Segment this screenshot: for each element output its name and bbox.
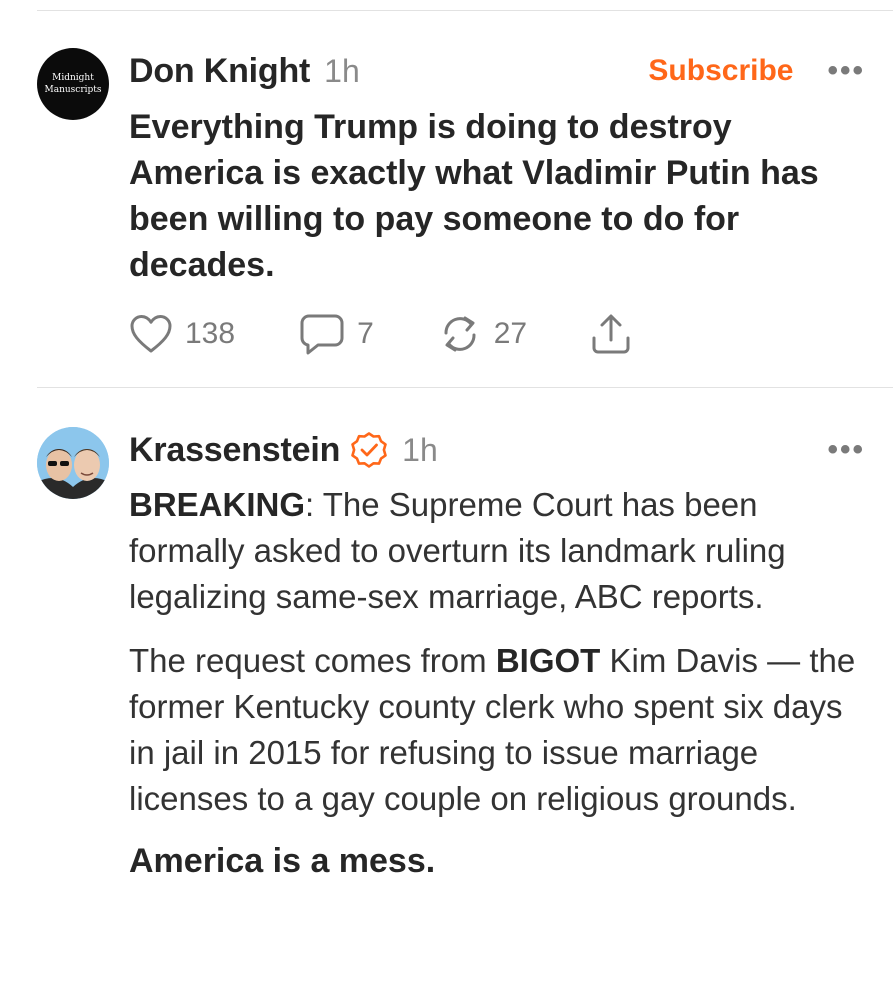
more-options-icon[interactable]: ••• <box>827 435 865 465</box>
bigot-label: BIGOT <box>495 642 601 679</box>
verified-badge-icon <box>350 431 388 469</box>
post-header: Krassenstein 1h ••• <box>129 428 865 472</box>
post-time: 1h <box>324 52 360 89</box>
paragraph-request: The request comes from BIGOT Kim Davis —… <box>129 638 869 822</box>
closing-line: America is a mess. <box>129 842 436 880</box>
post-header: Don Knight 1h Subscribe ••• <box>129 49 865 93</box>
comment-button[interactable]: 7 <box>299 312 374 356</box>
paragraph-text: The request comes from <box>129 642 496 679</box>
post-divider <box>37 387 893 388</box>
avatar-text-line1: Midnight <box>52 73 94 83</box>
restack-button[interactable]: 27 <box>438 313 527 355</box>
breaking-label: BREAKING <box>129 486 306 523</box>
post-text: Everything Trump is doing to destroy Ame… <box>129 108 819 284</box>
subscribe-button[interactable]: Subscribe <box>648 54 793 88</box>
share-icon <box>589 312 633 356</box>
top-divider <box>37 10 893 11</box>
restack-count: 27 <box>493 317 528 350</box>
heart-icon <box>129 313 173 355</box>
avatar-text-line2: Manuscripts <box>44 85 102 95</box>
comment-count: 7 <box>357 317 374 350</box>
speech-bubble-icon <box>299 312 345 356</box>
author-name[interactable]: Krassenstein <box>129 431 340 470</box>
author-name[interactable]: Don Knight <box>129 52 310 91</box>
like-button[interactable]: 138 <box>129 313 235 355</box>
more-options-icon[interactable]: ••• <box>827 56 865 86</box>
post-time: 1h <box>402 431 438 468</box>
share-button[interactable] <box>589 312 633 356</box>
restack-arrows-icon <box>438 313 482 355</box>
post-text: BREAKING: The Supreme Court has been for… <box>129 482 869 881</box>
post-actions: 138 7 27 <box>129 310 633 358</box>
like-count: 138 <box>185 317 236 350</box>
avatar-midnight-manuscripts[interactable]: Midnight Manuscripts <box>37 48 109 120</box>
paragraph-breaking: BREAKING: The Supreme Court has been for… <box>129 482 869 620</box>
avatar-krassenstein[interactable] <box>37 427 109 499</box>
